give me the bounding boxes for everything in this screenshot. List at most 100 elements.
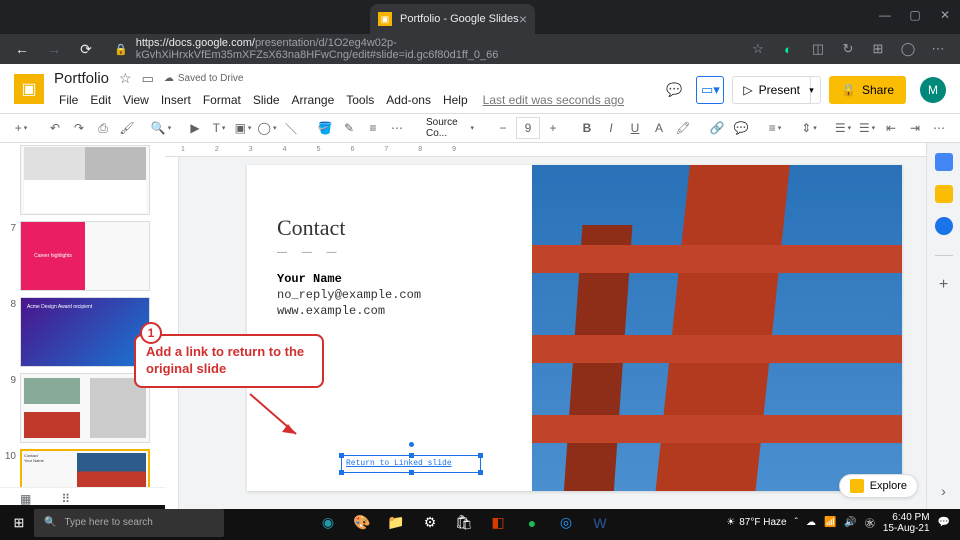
address-bar[interactable]: https://docs.google.com/presentation/d/1…: [136, 37, 740, 61]
redo-button[interactable]: ↷: [68, 117, 90, 139]
bold-button[interactable]: B: [576, 117, 598, 139]
menu-addons[interactable]: Add-ons: [381, 91, 436, 109]
text-color-button[interactable]: A: [648, 117, 670, 139]
spotify-icon[interactable]: ●: [518, 509, 546, 537]
onedrive-icon[interactable]: ☁: [806, 517, 816, 528]
zoom-button[interactable]: 🔍: [150, 117, 172, 139]
new-slide-button[interactable]: +: [10, 117, 32, 139]
last-edit[interactable]: Last edit was seconds ago: [481, 91, 626, 109]
favorite-icon[interactable]: ☆: [746, 37, 770, 61]
indent-less-button[interactable]: ⇤: [880, 117, 902, 139]
font-size-plus[interactable]: +: [542, 117, 564, 139]
browser-tab[interactable]: ▣ Portfolio - Google Slides ×: [370, 4, 535, 34]
numbered-list-button[interactable]: ☰: [832, 117, 854, 139]
italic-button[interactable]: I: [600, 117, 622, 139]
slide-canvas[interactable]: 123456789 Contact — — — Your Name no_rep…: [165, 143, 926, 509]
maximize-icon[interactable]: ▢: [900, 0, 930, 30]
border-color-button[interactable]: ✎: [338, 117, 360, 139]
calendar-icon[interactable]: [935, 153, 953, 171]
word-icon[interactable]: W: [586, 509, 614, 537]
border-weight-button[interactable]: ≡: [362, 117, 384, 139]
bridge-image[interactable]: [532, 165, 902, 491]
profile-icon[interactable]: ◯: [896, 37, 920, 61]
star-icon[interactable]: ☆: [119, 70, 132, 87]
forward-icon[interactable]: →: [42, 37, 66, 61]
back-icon[interactable]: ←: [10, 37, 34, 61]
keep-icon[interactable]: [935, 185, 953, 203]
select-tool[interactable]: ▶: [184, 117, 206, 139]
paint-format-button[interactable]: 🖌: [116, 117, 138, 139]
explore-button[interactable]: Explore: [839, 474, 918, 498]
menu-insert[interactable]: Insert: [156, 91, 196, 109]
network-icon[interactable]: 📶: [824, 517, 836, 528]
account-avatar[interactable]: M: [920, 77, 946, 103]
reload-icon[interactable]: ⟳: [74, 37, 98, 61]
app8-icon[interactable]: ◎: [552, 509, 580, 537]
menu-arrange[interactable]: Arrange: [287, 91, 340, 109]
sync-icon[interactable]: ↻: [836, 37, 860, 61]
font-size-input[interactable]: 9: [516, 117, 540, 139]
slideshow-icon[interactable]: ▭▾: [696, 76, 724, 104]
font-select[interactable]: Source Co...: [420, 117, 480, 139]
filmstrip-view-icon[interactable]: ⠿: [61, 492, 70, 506]
line-spacing-button[interactable]: ⇕: [798, 117, 820, 139]
undo-button[interactable]: ↶: [44, 117, 66, 139]
bulleted-list-button[interactable]: ☰: [856, 117, 878, 139]
textbox-tool[interactable]: T: [208, 117, 230, 139]
office-icon[interactable]: ◧: [484, 509, 512, 537]
clock[interactable]: 6:40 PM 15-Aug-21: [883, 512, 930, 534]
filmstrip[interactable]: 7 Career highlights 8 Acme Design Award …: [0, 143, 165, 487]
font-size-minus[interactable]: −: [492, 117, 514, 139]
link-button[interactable]: 🔗: [706, 117, 728, 139]
comments-icon[interactable]: 💬: [660, 76, 688, 104]
notifications-icon[interactable]: 💬: [938, 517, 950, 528]
collections-icon[interactable]: ⊞: [866, 37, 890, 61]
explorer-icon[interactable]: 📁: [382, 509, 410, 537]
ext1-icon[interactable]: ◐: [776, 37, 800, 61]
line-tool[interactable]: ＼: [280, 117, 302, 139]
settings-icon[interactable]: ⚙: [416, 509, 444, 537]
underline-button[interactable]: U: [624, 117, 646, 139]
indent-more-button[interactable]: ⇥: [904, 117, 926, 139]
menu-view[interactable]: View: [118, 91, 154, 109]
menu-slide[interactable]: Slide: [248, 91, 285, 109]
language-icon[interactable]: ㊌: [865, 515, 875, 530]
link-text[interactable]: Return to Linked slide: [342, 456, 480, 471]
menu-file[interactable]: File: [54, 91, 83, 109]
link-textbox[interactable]: Return to Linked slide: [341, 455, 481, 473]
shape-tool[interactable]: ◯: [256, 117, 278, 139]
border-dash-button[interactable]: ⋯: [386, 117, 408, 139]
taskbar-search[interactable]: 🔍 Type here to search: [34, 509, 224, 537]
highlight-button[interactable]: 🖍: [672, 117, 694, 139]
fill-color-button[interactable]: 🪣: [314, 117, 336, 139]
menu-tools[interactable]: Tools: [341, 91, 379, 109]
more-icon[interactable]: ⋯: [926, 37, 950, 61]
more-tools-button[interactable]: ⋯: [928, 117, 950, 139]
move-icon[interactable]: ▭: [142, 71, 154, 87]
hide-menus-button[interactable]: ˆ: [952, 117, 960, 139]
menu-edit[interactable]: Edit: [85, 91, 116, 109]
menu-format[interactable]: Format: [198, 91, 246, 109]
app2-icon[interactable]: 🎨: [348, 509, 376, 537]
collapse-panel-icon[interactable]: ›: [941, 483, 946, 499]
slide-thumb-7[interactable]: 7 Career highlights: [4, 221, 161, 291]
image-tool[interactable]: ▣: [232, 117, 254, 139]
menu-help[interactable]: Help: [438, 91, 473, 109]
slide-thumb-6[interactable]: [4, 145, 161, 215]
add-addon-icon[interactable]: +: [939, 276, 948, 294]
share-button[interactable]: 🔒Share: [829, 76, 906, 104]
close-tab-icon[interactable]: ×: [519, 11, 527, 27]
store-icon[interactable]: 🛍: [450, 509, 478, 537]
ext2-icon[interactable]: ◫: [806, 37, 830, 61]
comment-button[interactable]: 💬: [730, 117, 752, 139]
present-button[interactable]: ▷Present: [732, 76, 811, 104]
align-button[interactable]: ≡: [764, 117, 786, 139]
print-button[interactable]: ⎙: [92, 117, 114, 139]
minimize-icon[interactable]: —: [870, 0, 900, 30]
tray-chevron-icon[interactable]: ˆ: [795, 517, 798, 528]
present-dropdown[interactable]: ▾: [803, 76, 821, 104]
volume-icon[interactable]: 🔊: [844, 517, 856, 528]
doc-title[interactable]: Portfolio: [54, 70, 109, 87]
weather-widget[interactable]: ☀87°F Haze: [726, 517, 786, 528]
start-button[interactable]: ⊞: [4, 508, 34, 538]
